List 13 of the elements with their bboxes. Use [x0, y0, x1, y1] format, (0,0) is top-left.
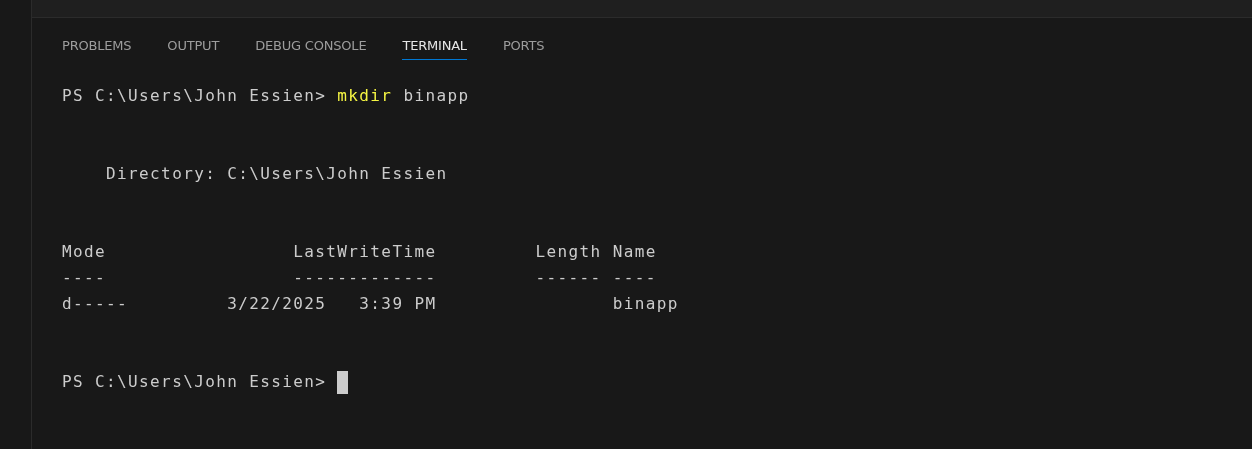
- prompt-text: PS C:\Users\John Essien>: [62, 85, 327, 107]
- output-text: ---- ------------- ------ ----: [62, 267, 657, 289]
- panel-tab[interactable]: TERMINAL: [402, 38, 467, 60]
- output-text: Mode LastWriteTime Length Name: [62, 241, 657, 263]
- prompt-text: PS C:\Users\John Essien>: [62, 371, 327, 393]
- argument-text: binapp: [403, 85, 470, 107]
- output-text: Directory: C:\Users\John Essien: [105, 163, 448, 185]
- panel-tab[interactable]: PORTS: [502, 38, 545, 60]
- panel-tab[interactable]: PROBLEMS: [62, 38, 132, 60]
- panel-tab[interactable]: DEBUG CONSOLE: [255, 38, 367, 60]
- command-text: mkdir: [337, 85, 393, 107]
- panel-tab[interactable]: OUTPUT: [167, 38, 220, 60]
- output-text: d----- 3/22/2025 3:39 PM binapp: [62, 293, 679, 315]
